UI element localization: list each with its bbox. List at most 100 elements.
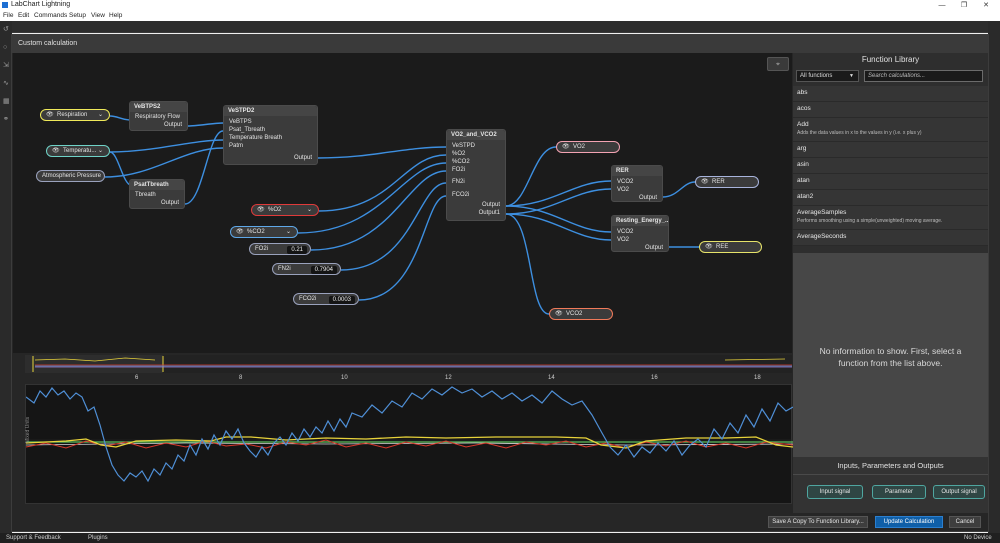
input-pct-o2[interactable]: 👁 %O2 ⌄ [251, 204, 319, 216]
eye-icon[interactable]: 👁 [705, 244, 713, 250]
node-rer[interactable]: RER VCO2 VO2 Output [611, 165, 663, 202]
input-respiration[interactable]: 👁 Respiration ⌄ [40, 109, 110, 121]
port-fn2i[interactable]: FN2i [452, 179, 465, 185]
waveform-icon[interactable]: ∿ [3, 80, 9, 87]
chevron-down-icon[interactable]: ⌄ [98, 111, 103, 118]
maximize-button[interactable]: ❐ [954, 0, 974, 11]
overview-strip[interactable] [25, 355, 792, 373]
port-fo2i[interactable]: FO2i [452, 167, 465, 173]
port-vco2[interactable]: VCO2 [617, 179, 633, 185]
menu-bar: File Edit Commands Setup View Help [0, 11, 1000, 21]
port-vebtps[interactable]: VeBTPS [229, 119, 252, 125]
port-temperature-breath[interactable]: Temperature Breath [229, 135, 282, 141]
port-fco2i[interactable]: FCO2i [452, 192, 469, 198]
eye-icon[interactable]: 👁 [257, 207, 265, 213]
function-item-atan2[interactable]: atan2 [793, 190, 988, 206]
function-item-acos[interactable]: acos [793, 102, 988, 118]
output-rer[interactable]: 👁 RER [695, 176, 759, 188]
time-tick: 16 [651, 375, 658, 381]
function-item-averageseconds[interactable]: AverageSeconds [793, 230, 988, 246]
save-copy-to-library-button[interactable]: Save A Copy To Function Library... [768, 516, 868, 528]
function-list[interactable]: abs acos Add Adds the data values in x to… [793, 86, 988, 253]
recenter-graph-button[interactable]: ⌖ [767, 57, 789, 71]
function-search-input[interactable]: Search calculations... [864, 70, 983, 82]
menu-edit[interactable]: Edit [18, 12, 29, 19]
calculation-graph-canvas[interactable]: ⌖ 👁 Respiration ⌄ 👁 Temperatu... ⌄ Atmos… [13, 53, 792, 353]
background-toolbar [0, 21, 1000, 33]
eye-icon[interactable]: 👁 [46, 112, 54, 118]
function-item-arg[interactable]: arg [793, 142, 988, 158]
chevron-down-icon[interactable]: ⌄ [307, 206, 312, 213]
node-psattbreath[interactable]: PsatTbreath Tbreath Output [129, 179, 185, 209]
table-icon[interactable]: ▦ [3, 98, 10, 105]
node-vestpd2[interactable]: VeSTPD2 VeBTPS Psat_Tbreath Temperature … [223, 105, 318, 165]
input-pct-co2[interactable]: 👁 %CO2 ⌄ [230, 226, 298, 238]
scale-icon[interactable]: ⇲ [3, 62, 9, 69]
port-output1[interactable]: Output1 [479, 210, 500, 216]
eye-icon[interactable]: 👁 [52, 148, 60, 154]
output-ree[interactable]: 👁 REE [699, 241, 762, 253]
link-icon[interactable]: ⚭ [3, 116, 9, 123]
port-output[interactable]: Output [645, 245, 663, 251]
io-legend-title: Inputs, Parameters and Outputs [837, 461, 944, 470]
port-pct-o2[interactable]: %O2 [452, 151, 465, 157]
port-psat-tbreath[interactable]: Psat_Tbreath [229, 127, 265, 133]
menu-file[interactable]: File [3, 12, 13, 19]
support-feedback-link[interactable]: Support & Feedback [6, 535, 61, 541]
node-vo2-and-vco2[interactable]: VO2_and_VCO2 VeSTPD %O2 %CO2 FO2i FN2i F… [446, 129, 506, 221]
eye-icon[interactable]: 👁 [562, 144, 570, 150]
menu-setup[interactable]: Setup [69, 12, 86, 19]
undo-icon[interactable]: ↺ [3, 26, 9, 33]
port-output[interactable]: Output [294, 155, 312, 161]
port-output[interactable]: Output [164, 122, 182, 128]
port-output[interactable]: Output [639, 195, 657, 201]
function-item-averagesamples[interactable]: AverageSamples Performs smoothing using a… [793, 206, 988, 230]
dialog-title-bar: Custom calculation [12, 35, 988, 53]
search-icon[interactable]: ○ [3, 44, 9, 51]
eye-icon[interactable]: 👁 [555, 311, 563, 317]
param-fo2i[interactable]: FO2i 0.21 [249, 243, 311, 255]
port-respiratory-flow[interactable]: Respiratory Flow [135, 114, 180, 120]
eye-icon[interactable]: 👁 [236, 229, 244, 235]
port-vco2[interactable]: VCO2 [617, 229, 633, 235]
menu-commands[interactable]: Commands [34, 12, 67, 19]
node-resting-energy[interactable]: Resting_Energy_... VCO2 VO2 Output [611, 215, 669, 252]
port-vo2[interactable]: VO2 [617, 237, 629, 243]
port-output[interactable]: Output [482, 202, 500, 208]
function-item-asin[interactable]: asin [793, 158, 988, 174]
function-filter-select[interactable]: All functions ▼ [796, 70, 859, 82]
menu-help[interactable]: Help [109, 12, 122, 19]
port-vo2[interactable]: VO2 [617, 187, 629, 193]
plugins-link[interactable]: Plugins [88, 535, 108, 541]
function-item-abs[interactable]: abs [793, 86, 988, 102]
update-calculation-button[interactable]: Update Calculation [875, 516, 943, 528]
port-tbreath[interactable]: Tbreath [135, 192, 156, 198]
input-atmospheric-pressure[interactable]: Atmospheric Pressure [36, 170, 105, 182]
port-output[interactable]: Output [161, 200, 179, 206]
param-fco2i[interactable]: FCO2i 0.0003 [293, 293, 359, 305]
param-fo2i-value[interactable]: 0.21 [287, 245, 307, 254]
chevron-down-icon[interactable]: ⌄ [98, 147, 103, 154]
output-vco2[interactable]: 👁 VCO2 [549, 308, 613, 320]
signal-plot[interactable]: Mixed Units [25, 384, 794, 504]
eye-icon[interactable]: 👁 [701, 179, 709, 185]
port-vestpd[interactable]: VeSTPD [452, 143, 475, 149]
chevron-down-icon[interactable]: ⌄ [286, 228, 291, 235]
close-window-button[interactable]: ✕ [976, 0, 996, 11]
param-fn2i[interactable]: FN2i 0.7904 [272, 263, 341, 275]
param-fn2i-value[interactable]: 0.7904 [310, 265, 337, 274]
output-vo2[interactable]: 👁 VO2 [556, 141, 620, 153]
cancel-button[interactable]: Cancel [949, 516, 981, 528]
dialog-footer: Save A Copy To Function Library... Updat… [12, 513, 988, 531]
function-item-label: AverageSamples [797, 209, 847, 216]
port-patm[interactable]: Patm [229, 143, 243, 149]
minimize-button[interactable]: — [932, 0, 952, 11]
function-item-atan[interactable]: atan [793, 174, 988, 190]
node-vebtps2[interactable]: VeBTPS2 Respiratory Flow Output [129, 101, 188, 131]
menu-view[interactable]: View [91, 12, 105, 19]
function-item-add[interactable]: Add Adds the data values in x to the valu… [793, 118, 988, 142]
port-pct-co2[interactable]: %CO2 [452, 159, 470, 165]
param-fco2i-value[interactable]: 0.0003 [328, 295, 355, 304]
os-title-bar: LabChart Lightning — ❐ ✕ [0, 0, 1000, 11]
input-temperature[interactable]: 👁 Temperatu... ⌄ [46, 145, 110, 157]
